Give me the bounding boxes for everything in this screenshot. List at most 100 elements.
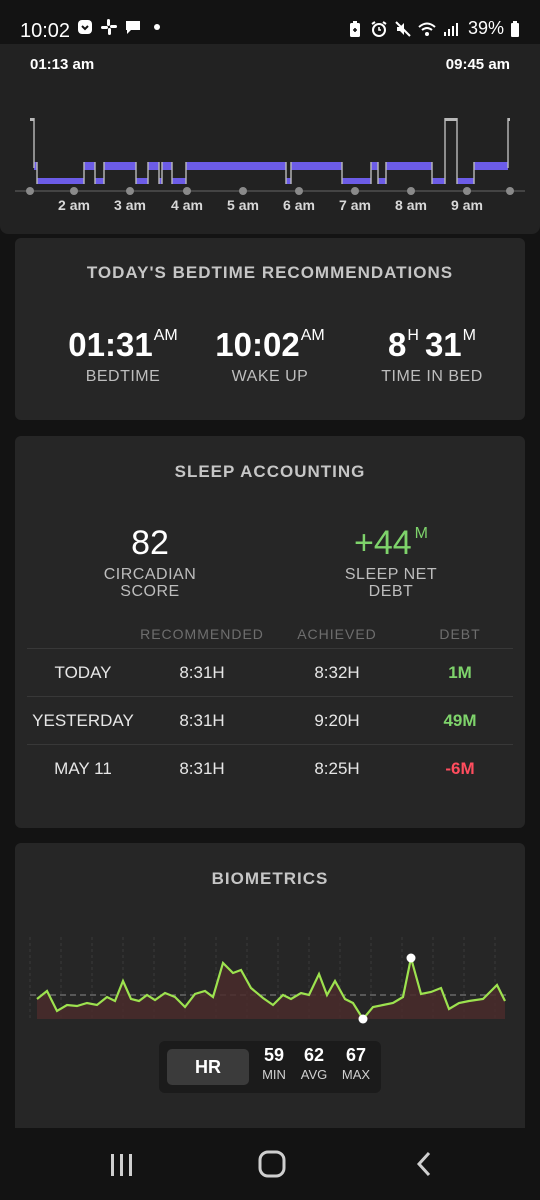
bedtime-recommendations-card: TODAY'S BEDTIME RECOMMENDATIONS 01:31AM … xyxy=(15,238,525,420)
heart-rate-chart[interactable] xyxy=(15,933,525,1033)
hr-min-marker xyxy=(358,1014,368,1024)
sleep-net-debt-label: SLEEP NET DEBT xyxy=(291,566,491,600)
axis-dot xyxy=(506,187,514,195)
axis-dot xyxy=(239,187,247,195)
hr-min: 59 MIN xyxy=(253,1045,295,1082)
chat-icon xyxy=(126,21,140,34)
sleep-stage-bar xyxy=(432,178,445,184)
hour-label: 6 am xyxy=(283,197,315,213)
row-recommended: 8:31H xyxy=(179,663,225,682)
sleep-stage-bar xyxy=(445,118,457,121)
row-debt: -6M xyxy=(445,759,475,778)
sleep-stage-bar xyxy=(148,162,159,170)
column-achieved: ACHIEVED xyxy=(297,626,377,642)
sleep-stage-bar xyxy=(342,178,371,184)
battery-icon xyxy=(511,20,519,37)
sleep-net-debt-label-line2: DEBT xyxy=(368,583,414,600)
hypnogram-bars xyxy=(30,118,510,184)
sleep-stage-bar xyxy=(286,178,291,184)
sleep-stage-bar xyxy=(95,178,104,184)
hr-avg-label: AVG xyxy=(300,1067,328,1082)
axis-dot xyxy=(70,187,78,195)
bedtime-value: 01:31 xyxy=(68,326,153,363)
sleep-stage-bar xyxy=(457,178,474,184)
slack-icon xyxy=(101,19,117,35)
battery-saver-icon xyxy=(349,20,360,37)
sleep-stage-bar xyxy=(162,162,172,170)
alarm-icon xyxy=(371,20,387,37)
axis-dot xyxy=(295,187,303,195)
recent-apps-icon[interactable] xyxy=(108,1152,136,1178)
wake-up-suffix: AM xyxy=(300,327,325,344)
row-day: MAY 11 xyxy=(54,759,112,778)
axis-dot xyxy=(126,187,134,195)
bedtime-suffix: AM xyxy=(153,327,178,344)
circadian-score-value: 82 xyxy=(131,524,169,562)
accounting-row: TODAY 8:31H 8:32H 1M xyxy=(27,648,513,696)
hr-stats-box: HR 59 MIN 62 AVG 67 MAX xyxy=(159,1041,381,1093)
sleep-net-debt-label-line1: SLEEP NET xyxy=(344,566,438,583)
sleep-net-debt: +44 M xyxy=(291,524,491,563)
row-recommended: 8:31H xyxy=(179,759,225,778)
sleep-net-debt-unit: M xyxy=(414,525,428,542)
sleep-stage-bar xyxy=(371,162,378,170)
sleep-stage-bar xyxy=(186,162,286,170)
status-bar: 10:02 39% xyxy=(0,0,540,44)
sleep-stage-bar xyxy=(84,162,95,170)
time-in-bed-block: 8H 31M TIME IN BED xyxy=(357,326,507,385)
sleep-stage-bar xyxy=(104,162,136,170)
hour-label: 7 am xyxy=(339,197,371,213)
hour-label: 2 am xyxy=(58,197,90,213)
wifi-icon xyxy=(418,22,436,36)
dot-icon xyxy=(154,24,160,30)
circadian-score-label-line1: CIRCADIAN xyxy=(103,566,197,583)
accounting-title: SLEEP ACCOUNTING xyxy=(174,462,366,481)
bedtime-label: BEDTIME xyxy=(85,368,161,385)
battery-percent: 39% xyxy=(467,18,504,38)
circadian-score-label-line2: SCORE xyxy=(120,583,180,600)
wake-up-value: 10:02 xyxy=(215,326,300,363)
hr-max-label: MAX xyxy=(341,1067,371,1082)
hour-label: 8 am xyxy=(395,197,427,213)
row-day: YESTERDAY xyxy=(32,711,134,730)
row-achieved: 8:32H xyxy=(314,663,360,682)
biometrics-card: BIOMETRICS HR 59 MIN 62 AVG 67 MAX xyxy=(15,843,525,1143)
sleep-stage-bar xyxy=(136,178,148,184)
sleep-stage-bar xyxy=(474,162,508,170)
row-achieved: 9:20H xyxy=(314,711,360,730)
metric-selector[interactable]: HR xyxy=(167,1049,249,1085)
row-day: TODAY xyxy=(54,663,112,682)
back-icon[interactable] xyxy=(412,1150,436,1178)
bedtime-block: 01:31AM BEDTIME xyxy=(48,326,198,385)
row-debt: 1M xyxy=(448,663,472,682)
time-in-bed-hours: 8 xyxy=(388,326,407,363)
biometrics-title: BIOMETRICS xyxy=(211,869,329,888)
row-recommended: 8:31H xyxy=(179,711,225,730)
time-in-bed-label: TIME IN BED xyxy=(381,368,483,385)
circadian-score-label: CIRCADIAN SCORE xyxy=(50,566,250,600)
sleep-stage-bar xyxy=(37,178,84,184)
hr-max-marker xyxy=(406,953,416,963)
sleep-accounting-card: SLEEP ACCOUNTING 82 CIRCADIAN SCORE +44 M… xyxy=(15,436,525,828)
mute-icon xyxy=(395,20,411,37)
sleep-end-time: 09:45 am xyxy=(445,56,510,73)
wake-up-block: 10:02AM WAKE UP xyxy=(195,326,345,385)
sleep-graph-card: 01:13 am 09:45 am 2 am 3 am 4 am 5 am 6 am 7 … xyxy=(0,44,540,234)
status-time: 10:02 xyxy=(20,20,71,42)
axis-dot xyxy=(26,187,34,195)
sleep-hypnogram[interactable] xyxy=(0,78,540,208)
home-icon[interactable] xyxy=(257,1149,287,1179)
hr-avg: 62 AVG xyxy=(293,1045,335,1082)
hr-avg-value: 62 xyxy=(303,1045,325,1065)
axis-dot xyxy=(351,187,359,195)
hour-label: 4 am xyxy=(171,197,203,213)
column-debt: DEBT xyxy=(439,626,481,642)
hr-min-value: 59 xyxy=(263,1045,285,1065)
axis-dot xyxy=(463,187,471,195)
wake-up-label: WAKE UP xyxy=(231,368,309,385)
sleep-stage-bar xyxy=(386,162,432,170)
sleep-net-debt-value: +44 xyxy=(353,524,412,562)
signal-icon xyxy=(443,22,458,36)
hr-min-label: MIN xyxy=(262,1067,286,1082)
axis-dot xyxy=(183,187,191,195)
